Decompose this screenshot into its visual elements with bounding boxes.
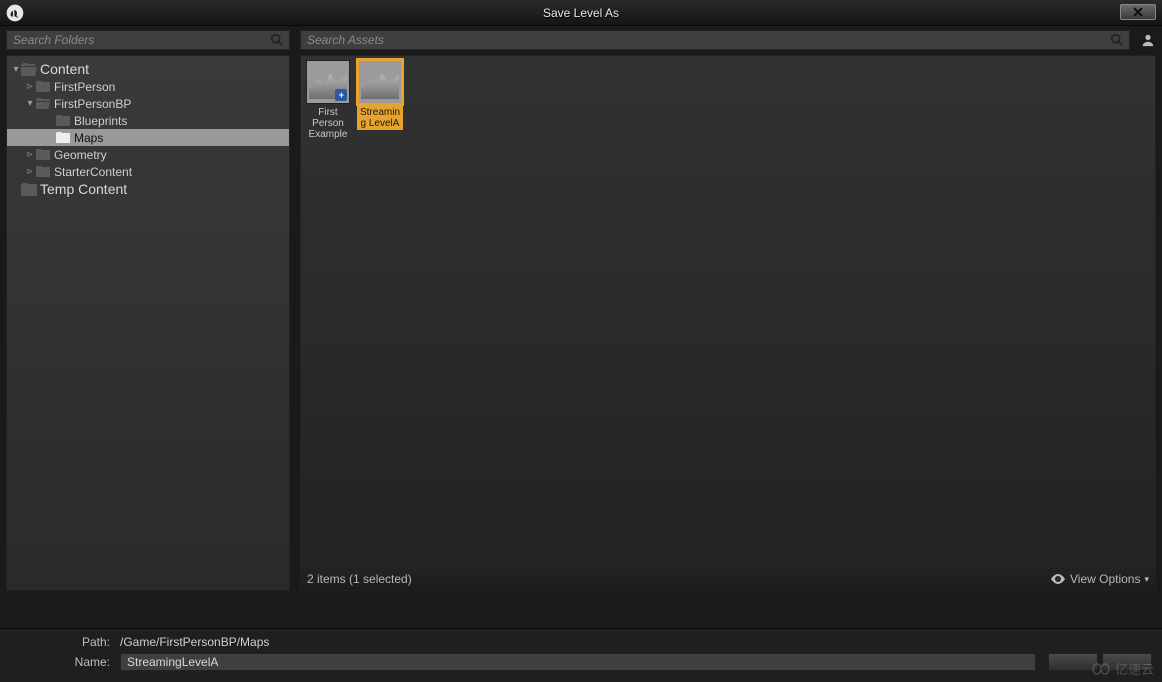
tree-item-blueprints[interactable]: ▹ Blueprints	[7, 112, 289, 129]
chevron-down-icon[interactable]: ▾	[11, 64, 21, 75]
tree-root-temp-content[interactable]: ▾ Temp Content	[7, 180, 289, 198]
tree-item-firstperson[interactable]: ▹ FirstPerson	[7, 78, 289, 95]
asset-thumbnail: +	[306, 60, 350, 104]
search-icon	[1109, 32, 1125, 48]
folder-open-icon	[21, 62, 37, 76]
path-value: /Game/FirstPersonBP/Maps	[120, 635, 269, 649]
tree-item-maps[interactable]: ▹ Maps	[7, 129, 289, 146]
eye-icon	[1050, 574, 1066, 584]
titlebar: Save Level As	[0, 0, 1162, 26]
folder-icon	[55, 114, 71, 128]
item-count-text: 2 items (1 selected)	[307, 572, 412, 586]
tree-label: Blueprints	[74, 114, 127, 128]
chevron-right-icon[interactable]: ▹	[25, 149, 35, 160]
cancel-button[interactable]	[1102, 653, 1152, 671]
asset-thumbnail	[358, 60, 402, 104]
search-folders-input[interactable]	[13, 33, 269, 47]
tree-item-geometry[interactable]: ▹ Geometry	[7, 146, 289, 163]
asset-status-bar: 2 items (1 selected) View Options ▾	[301, 570, 1155, 590]
tree-label: FirstPersonBP	[54, 97, 131, 111]
asset-first-person-example[interactable]: + First Person Example	[305, 60, 351, 141]
save-button[interactable]	[1048, 653, 1098, 671]
name-input[interactable]	[120, 653, 1036, 671]
tree-label: Maps	[74, 131, 103, 145]
folder-panel: ▾ Content ▹ FirstPerson ▾ FirstPersonBP	[6, 55, 290, 591]
search-assets-box[interactable]	[300, 30, 1130, 50]
close-button[interactable]	[1120, 4, 1156, 20]
tree-label: StarterContent	[54, 165, 132, 179]
search-folders-box[interactable]	[6, 30, 290, 50]
search-assets-input[interactable]	[307, 33, 1109, 47]
asset-grid[interactable]: + First Person Example Streaming LevelA	[301, 56, 1155, 570]
view-options-label: View Options	[1070, 572, 1140, 586]
chevron-down-icon[interactable]: ▾	[25, 98, 35, 109]
user-icon[interactable]	[1140, 32, 1156, 48]
tree-item-firstpersonbp[interactable]: ▾ FirstPersonBP	[7, 95, 289, 112]
folder-icon	[55, 131, 71, 145]
asset-label: First Person Example	[305, 106, 351, 141]
bottom-bar: Path: /Game/FirstPersonBP/Maps Name:	[0, 628, 1162, 682]
folder-icon	[35, 148, 51, 162]
chevron-right-icon[interactable]: ▹	[25, 166, 35, 177]
folder-icon	[35, 80, 51, 94]
search-row	[0, 29, 1162, 51]
path-label: Path:	[10, 635, 120, 649]
tree-label: FirstPerson	[54, 80, 115, 94]
tree-label: Geometry	[54, 148, 107, 162]
asset-panel: + First Person Example Streaming LevelA …	[300, 55, 1156, 591]
name-label: Name:	[10, 655, 120, 669]
folder-icon	[21, 182, 37, 196]
tree-label: Temp Content	[40, 181, 127, 197]
folder-tree: ▾ Content ▹ FirstPerson ▾ FirstPersonBP	[7, 56, 289, 198]
asset-label: Streaming LevelA	[357, 106, 403, 130]
chevron-down-icon: ▾	[1144, 574, 1149, 585]
tree-label: Content	[40, 61, 89, 77]
window-title: Save Level As	[543, 6, 619, 20]
asset-streaming-levela[interactable]: Streaming LevelA	[357, 60, 403, 130]
search-icon	[269, 32, 285, 48]
tree-item-startercontent[interactable]: ▹ StarterContent	[7, 163, 289, 180]
main-area: ▾ Content ▹ FirstPerson ▾ FirstPersonBP	[0, 51, 1162, 591]
chevron-right-icon[interactable]: ▹	[25, 81, 35, 92]
folder-icon	[35, 165, 51, 179]
app-logo-icon	[4, 2, 26, 24]
tree-root-content[interactable]: ▾ Content	[7, 60, 289, 78]
view-options-button[interactable]: View Options ▾	[1050, 572, 1149, 586]
folder-open-icon	[35, 97, 51, 111]
